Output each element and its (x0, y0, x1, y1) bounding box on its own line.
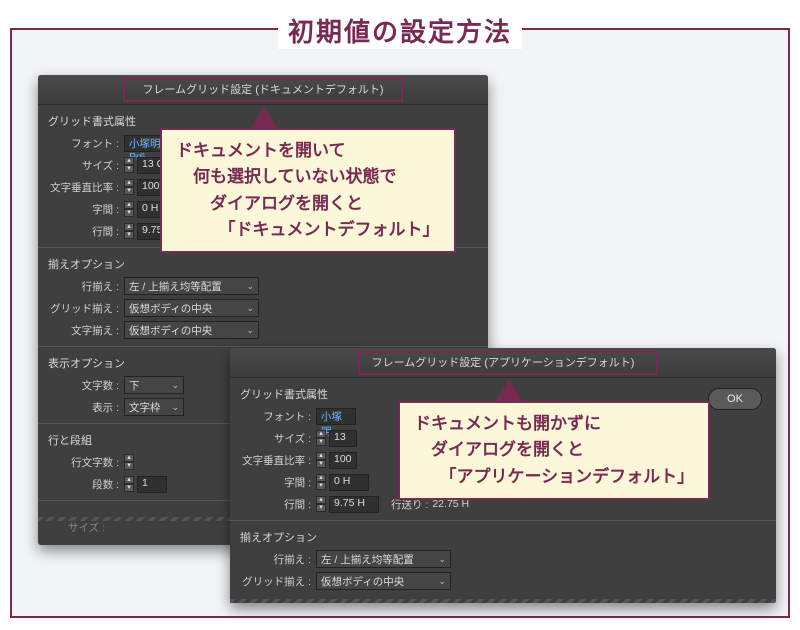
line-align-value: 左 / 上揃え均等配置 (321, 552, 414, 567)
vscale-stepper[interactable]: ▴▾ (124, 179, 134, 195)
line-align-select[interactable]: 左 / 上揃え均等配置 ⌄ (124, 277, 259, 295)
font-label: フォント : (48, 136, 124, 151)
grid-align-label: グリッド揃え : (48, 301, 124, 316)
aki-stepper[interactable]: ▴▾ (124, 201, 134, 217)
vscale-label: 文字垂直比率 : (48, 180, 124, 195)
char-align-value: 仮想ボディの中央 (129, 323, 212, 338)
size-stepper[interactable]: ▴▾ (124, 157, 134, 173)
line-chars-label: 行文字数 : (48, 455, 124, 470)
callout-line: 「アプリケーションデフォルト」 (414, 464, 694, 490)
aki-stepper[interactable]: ▴▾ (316, 474, 326, 490)
display-label: 表示 : (48, 400, 124, 415)
num-cols-stepper[interactable]: ▴▾ (124, 476, 134, 492)
line-gap-label: 行間 : (48, 224, 124, 239)
char-align-label: 文字揃え : (48, 323, 124, 338)
size-label: サイズ : (48, 158, 124, 173)
callout-line: 何も選択していない状態で (176, 164, 440, 190)
vscale-label: 文字垂直比率 : (240, 453, 316, 468)
line-align-label: 行揃え : (240, 552, 316, 567)
display-value: 文字枠 (129, 400, 161, 415)
arrow-up-icon (495, 380, 523, 402)
main-title: 初期値の設定方法 (278, 12, 522, 49)
vscale-stepper[interactable]: ▴▾ (316, 452, 326, 468)
line-align-value: 左 / 上揃え均等配置 (129, 279, 222, 294)
vscale-input[interactable]: 100 (329, 452, 357, 469)
arrow-up-icon (250, 107, 278, 129)
font-label: フォント : (240, 409, 316, 424)
callout-line: 「ドキュメントデフォルト」 (176, 217, 440, 243)
line-align-select[interactable]: 左 / 上揃え均等配置 ⌄ (316, 550, 451, 568)
char-align-select[interactable]: 仮想ボディの中央 ⌄ (124, 321, 259, 339)
chevron-down-icon: ⌄ (246, 303, 254, 314)
chevron-down-icon: ⌄ (171, 402, 179, 413)
display-select[interactable]: 文字枠 ⌄ (124, 398, 184, 416)
callout-document-default: ドキュメントを開いて 何も選択していない状態で ダイアログを開くと 「ドキュメン… (160, 128, 456, 253)
size-input[interactable]: 13 (329, 430, 357, 447)
num-cols-input[interactable]: 1 (137, 476, 167, 493)
chevron-down-icon: ⌄ (438, 576, 446, 587)
callout-line: ドキュメントも開かずに (414, 411, 694, 437)
grid-align-label: グリッド揃え : (240, 574, 316, 589)
title-highlight-box (358, 351, 658, 375)
aki-label: 字間 : (48, 202, 124, 217)
size-stepper[interactable]: ▴▾ (316, 430, 326, 446)
grid-align-select[interactable]: 仮想ボディの中央 ⌄ (316, 572, 451, 590)
chevron-down-icon: ⌄ (246, 281, 254, 292)
torn-edge-decoration (230, 599, 776, 603)
num-cols-label: 段数 : (48, 477, 124, 492)
line-align-label: 行揃え : (48, 279, 124, 294)
line-gap-label: 行間 : (240, 497, 316, 512)
grid-align-select[interactable]: 仮想ボディの中央 ⌄ (124, 299, 259, 317)
size-label: サイズ : (240, 431, 316, 446)
callout-application-default: ドキュメントも開かずに ダイアログを開くと 「アプリケーションデフォルト」 (398, 401, 710, 500)
ok-button[interactable]: OK (708, 388, 762, 410)
callout-line: ドキュメントを開いて (176, 138, 440, 164)
chevron-down-icon: ⌄ (171, 380, 179, 391)
grid-align-value: 仮想ボディの中央 (129, 301, 212, 316)
callout-line: ダイアログを開くと (176, 191, 440, 217)
chevron-down-icon: ⌄ (438, 554, 446, 565)
grid-align-value: 仮想ボディの中央 (321, 574, 404, 589)
callout-line: ダイアログを開くと (414, 437, 694, 463)
footer-size-label: サイズ : (68, 520, 105, 535)
line-gap-stepper[interactable]: ▴▾ (124, 223, 134, 239)
chevron-down-icon: ⌄ (246, 325, 254, 336)
align-heading: 揃えオプション (240, 529, 776, 545)
line-gap-input[interactable]: 9.75 H (329, 496, 379, 513)
align-heading: 揃えオプション (48, 256, 488, 272)
font-input[interactable]: 小塚明 (316, 408, 356, 425)
char-count-value: 下 (129, 378, 140, 393)
char-count-select[interactable]: 下⌄ (124, 376, 184, 394)
aki-label: 字間 : (240, 475, 316, 490)
char-count-label: 文字数 : (48, 378, 124, 393)
line-gap-stepper[interactable]: ▴▾ (316, 496, 326, 512)
aki-input[interactable]: 0 H (329, 474, 369, 491)
title-highlight-box (123, 78, 403, 102)
line-chars-stepper[interactable]: ▴▾ (124, 454, 134, 470)
